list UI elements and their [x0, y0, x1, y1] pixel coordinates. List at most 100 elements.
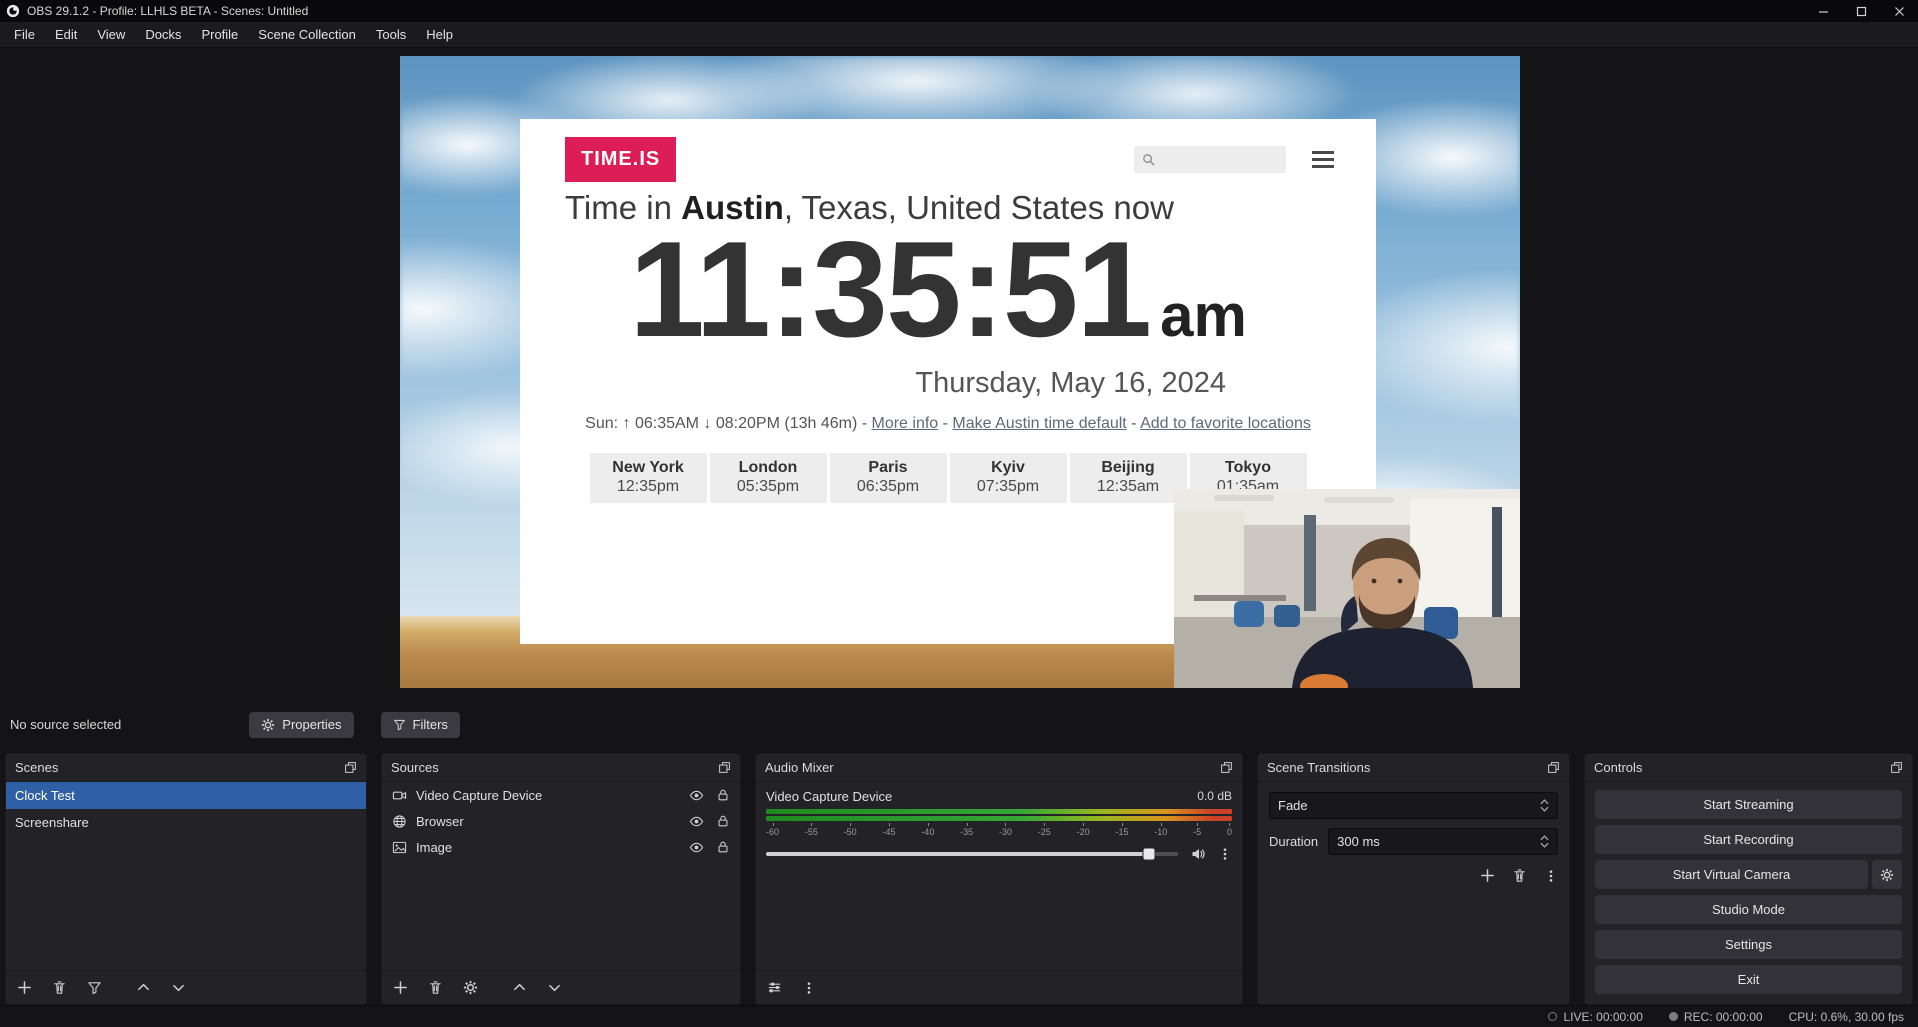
visibility-eye-icon[interactable]	[689, 814, 704, 829]
menu-profile[interactable]: Profile	[191, 22, 248, 48]
popout-icon[interactable]	[344, 761, 357, 774]
exit-button[interactable]: Exit	[1595, 965, 1902, 994]
speaker-mute-toggle-icon[interactable]	[1190, 846, 1206, 862]
remove-scene-icon[interactable]	[52, 980, 67, 995]
scene-filters-icon[interactable]	[87, 980, 102, 995]
lock-icon[interactable]	[716, 840, 730, 854]
mixer-channel: Video Capture Device 0.0 dB -60-55-50-45…	[756, 782, 1242, 970]
preview-canvas[interactable]: TIME.IS Time in Austin, Texas, United St…	[400, 56, 1520, 688]
clock-ampm: am	[1160, 282, 1247, 349]
start-streaming-button[interactable]: Start Streaming	[1595, 790, 1902, 819]
timeis-date: Thursday, May 16, 2024	[915, 367, 1226, 400]
popout-icon[interactable]	[1890, 761, 1903, 774]
audio-mixer-header[interactable]: Audio Mixer	[756, 754, 1242, 782]
lock-icon[interactable]	[716, 814, 730, 828]
add-transition-icon[interactable]	[1480, 868, 1495, 883]
controls-panel-title: Controls	[1594, 760, 1642, 775]
timeis-logo: TIME.IS	[565, 137, 676, 182]
properties-button[interactable]: Properties	[249, 712, 353, 738]
volume-slider-handle[interactable]	[1143, 848, 1156, 861]
timeis-clock: 11:35:51am	[550, 221, 1326, 357]
city-time-card: London05:35pm	[710, 453, 827, 503]
source-properties-gear-icon[interactable]	[463, 980, 478, 995]
mixer-menu-dots-icon[interactable]	[802, 980, 816, 996]
filters-button[interactable]: Filters	[381, 712, 460, 738]
make-default-link: Make Austin time default	[952, 415, 1126, 432]
channel-options-dots-icon[interactable]	[1218, 846, 1232, 862]
scenes-panel-header[interactable]: Scenes	[6, 754, 366, 782]
transition-options-dots-icon[interactable]	[1544, 868, 1558, 884]
timeis-header: TIME.IS	[565, 137, 1334, 182]
controls-panel-header[interactable]: Controls	[1585, 754, 1912, 782]
rec-status: REC: 00:00:00	[1669, 1010, 1763, 1024]
transitions-body: Fade Duration 300 ms	[1258, 782, 1569, 1004]
popout-icon[interactable]	[718, 761, 731, 774]
visibility-eye-icon[interactable]	[689, 840, 704, 855]
add-scene-icon[interactable]	[17, 980, 32, 995]
volume-slider[interactable]	[766, 852, 1178, 856]
titlebar: OBS 29.1.2 - Profile: LLHLS BETA - Scene…	[0, 0, 1918, 22]
sources-panel-title: Sources	[391, 760, 439, 775]
transitions-panel-header[interactable]: Scene Transitions	[1258, 754, 1569, 782]
spinner-up-icon[interactable]	[1540, 835, 1549, 841]
duration-label: Duration	[1269, 834, 1318, 849]
studio-mode-button[interactable]: Studio Mode	[1595, 895, 1902, 924]
sources-panel: Sources Video Capture Device Browser	[381, 753, 741, 1005]
virtual-camera-config-button[interactable]	[1872, 860, 1902, 889]
menu-bar: File Edit View Docks Profile Scene Colle…	[0, 22, 1918, 48]
source-item-image[interactable]: Image	[382, 834, 740, 860]
spinner-down-icon[interactable]	[1540, 806, 1549, 812]
minimize-icon	[1818, 6, 1829, 17]
remove-source-icon[interactable]	[428, 980, 443, 995]
mixer-toolbar	[756, 970, 1242, 1004]
scene-item-clock-test[interactable]: Clock Test	[6, 782, 366, 809]
close-button[interactable]	[1880, 0, 1918, 22]
controls-panel: Controls Start Streaming Start Recording…	[1584, 753, 1913, 1005]
minimize-button[interactable]	[1804, 0, 1842, 22]
transitions-panel-title: Scene Transitions	[1267, 760, 1370, 775]
lock-icon[interactable]	[716, 788, 730, 802]
window-title: OBS 29.1.2 - Profile: LLHLS BETA - Scene…	[27, 4, 308, 18]
city-time-card: New York12:35pm	[590, 453, 707, 503]
status-bar: LIVE: 00:00:00 REC: 00:00:00 CPU: 0.6%, …	[0, 1005, 1918, 1027]
preview-area: TIME.IS Time in Austin, Texas, United St…	[0, 48, 1918, 707]
source-item-video-capture[interactable]: Video Capture Device	[382, 782, 740, 808]
advanced-audio-properties-icon[interactable]	[767, 980, 782, 995]
popout-icon[interactable]	[1547, 761, 1560, 774]
move-scene-up-icon[interactable]	[136, 980, 151, 995]
settings-button[interactable]: Settings	[1595, 930, 1902, 959]
move-source-up-icon[interactable]	[512, 980, 527, 995]
scene-transitions-panel: Scene Transitions Fade Duration 300 ms	[1257, 753, 1570, 1005]
menu-view[interactable]: View	[87, 22, 135, 48]
add-favorite-link: Add to favorite locations	[1140, 415, 1311, 432]
obs-window: OBS 29.1.2 - Profile: LLHLS BETA - Scene…	[0, 0, 1918, 1027]
move-source-down-icon[interactable]	[547, 980, 562, 995]
scene-item-screenshare[interactable]: Screenshare	[6, 809, 366, 836]
spinner-down-icon[interactable]	[1540, 842, 1549, 848]
spinner-up-icon[interactable]	[1540, 799, 1549, 805]
popout-icon[interactable]	[1220, 761, 1233, 774]
duration-spinbox[interactable]: 300 ms	[1328, 828, 1558, 855]
source-item-browser[interactable]: Browser	[382, 808, 740, 834]
menu-tools[interactable]: Tools	[366, 22, 416, 48]
camera-icon	[392, 788, 407, 803]
menu-scene-collection[interactable]: Scene Collection	[248, 22, 366, 48]
webcam-video-frame	[1174, 489, 1520, 688]
start-virtual-camera-button[interactable]: Start Virtual Camera	[1595, 860, 1868, 889]
move-scene-down-icon[interactable]	[171, 980, 186, 995]
scenes-panel-title: Scenes	[15, 760, 58, 775]
city-time-card: Kyiv07:35pm	[950, 453, 1067, 503]
menu-help[interactable]: Help	[416, 22, 463, 48]
gear-icon	[1880, 868, 1894, 882]
menu-file[interactable]: File	[4, 22, 45, 48]
add-source-icon[interactable]	[393, 980, 408, 995]
sources-panel-header[interactable]: Sources	[382, 754, 740, 782]
start-recording-button[interactable]: Start Recording	[1595, 825, 1902, 854]
maximize-button[interactable]	[1842, 0, 1880, 22]
menu-edit[interactable]: Edit	[45, 22, 87, 48]
transition-select[interactable]: Fade	[1269, 792, 1558, 819]
visibility-eye-icon[interactable]	[689, 788, 704, 803]
menu-docks[interactable]: Docks	[135, 22, 191, 48]
city-time-card: Beijing12:35am	[1070, 453, 1187, 503]
remove-transition-icon[interactable]	[1512, 868, 1527, 883]
